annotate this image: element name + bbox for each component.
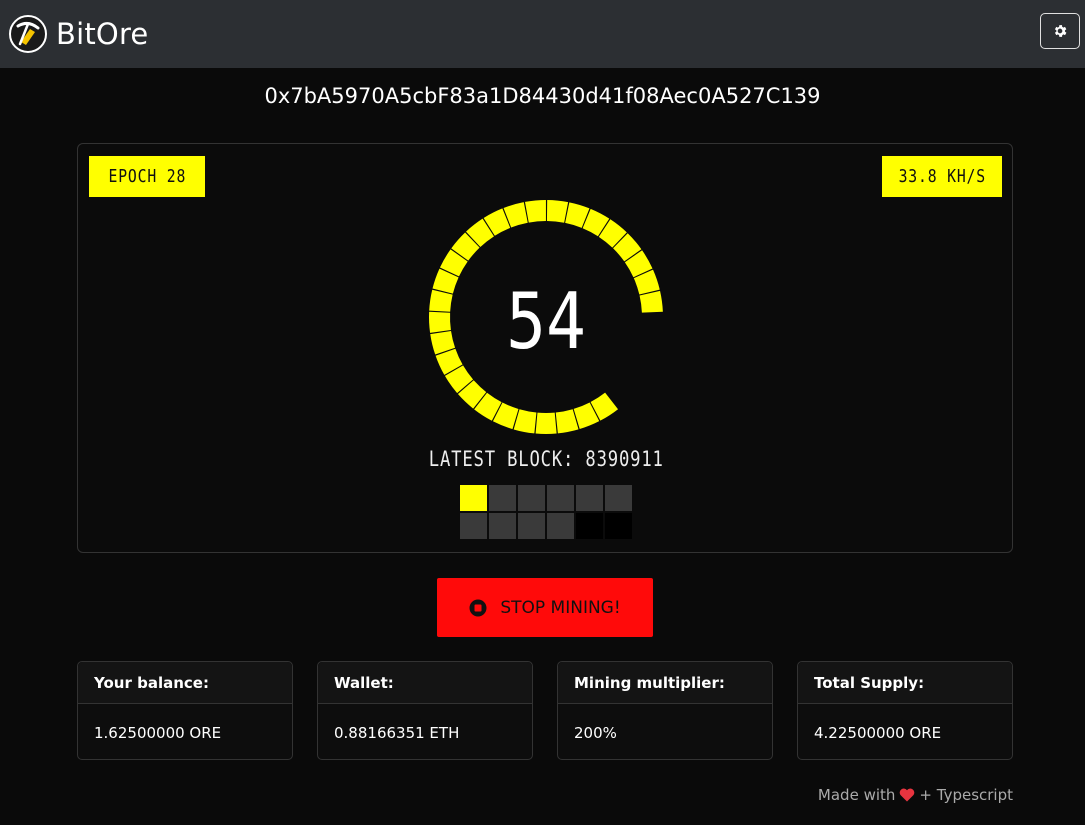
progress-cell <box>605 513 632 539</box>
stop-icon <box>469 599 487 616</box>
latest-block: LATEST BLOCK: 8390911 <box>78 447 1014 471</box>
epoch-label: EPOCH 28 <box>108 166 186 187</box>
navbar: BitOre <box>0 0 1085 68</box>
progress-grid <box>460 485 632 539</box>
stat-card-supply: Total Supply: 4.22500000 ORE <box>797 661 1013 760</box>
stat-value: 0.88166351 ETH <box>334 723 460 742</box>
stat-value: 4.22500000 ORE <box>814 723 942 742</box>
progress-cell <box>547 513 574 539</box>
stop-mining-label: STOP MINING! <box>500 597 621 618</box>
stat-value: 1.62500000 ORE <box>94 723 222 742</box>
footer-prefix: Made with <box>817 786 896 804</box>
latest-block-label: LATEST BLOCK: 8390911 <box>428 447 664 471</box>
gauge-segment <box>535 412 557 434</box>
footer-suffix: + Typescript <box>919 786 1013 804</box>
gauge-counter: 54 <box>506 277 586 368</box>
brand[interactable]: BitOre <box>8 14 148 54</box>
progress-cell <box>547 485 574 511</box>
progress-cell <box>460 513 487 539</box>
stat-card-wallet: Wallet: 0.88166351 ETH <box>317 661 533 760</box>
footer: Made with + Typescript <box>818 786 1013 804</box>
gauge-segment <box>429 311 451 333</box>
epoch-badge: EPOCH 28 <box>89 156 205 197</box>
stat-title: Mining multiplier: <box>558 662 772 704</box>
progress-cell <box>460 485 487 511</box>
progress-cell <box>489 513 516 539</box>
gear-icon <box>1054 25 1067 37</box>
progress-cell <box>489 485 516 511</box>
stat-title: Wallet: <box>318 662 532 704</box>
stop-mining-button[interactable]: STOP MINING! <box>437 578 653 637</box>
stat-card-multiplier: Mining multiplier: 200% <box>557 661 773 760</box>
stat-card-balance: Your balance: 1.62500000 ORE <box>77 661 293 760</box>
wallet-address: 0x7bA5970A5cbF83a1D84430d41f08Aec0A527C1… <box>264 84 821 108</box>
progress-cell <box>576 485 603 511</box>
pickaxe-logo-icon <box>9 15 47 53</box>
stat-value: 200% <box>574 723 617 742</box>
progress-cell <box>518 485 545 511</box>
gauge-segment <box>546 200 569 223</box>
app-name: BitOre <box>56 17 149 51</box>
heart-icon <box>900 788 915 802</box>
gauge-segment <box>429 289 453 312</box>
progress-cell <box>576 513 603 539</box>
mining-gauge: 54 <box>429 200 663 434</box>
gauge-segment <box>524 200 546 223</box>
stat-title: Total Supply: <box>798 662 1012 704</box>
hash-rate-badge: 33.8 KH/S <box>882 156 1002 197</box>
progress-cell <box>518 513 545 539</box>
miner-panel: EPOCH 28 33.8 KH/S 54 LATEST BLOCK: 8390… <box>77 143 1013 553</box>
gauge-segment <box>639 290 663 313</box>
hash-rate-label: 33.8 KH/S <box>898 166 986 187</box>
settings-button[interactable] <box>1040 13 1080 49</box>
progress-cell <box>605 485 632 511</box>
stat-title: Your balance: <box>78 662 292 704</box>
